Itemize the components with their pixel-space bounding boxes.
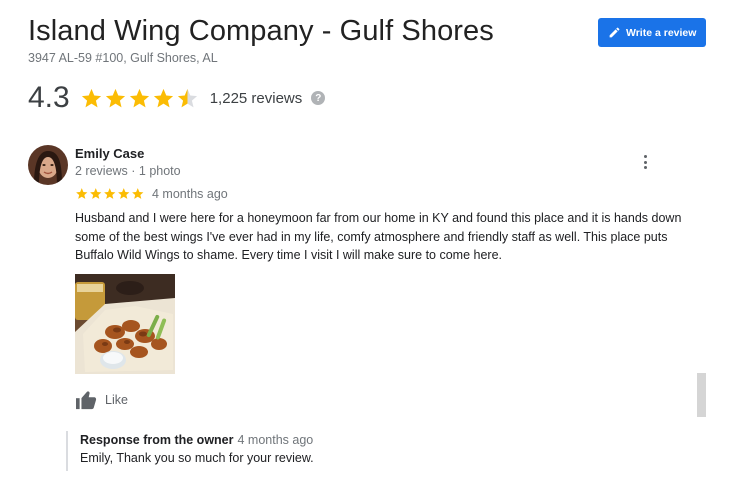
- star-icon: [105, 88, 125, 107]
- star-icon: [104, 188, 116, 200]
- reviewer-meta: 2 reviews · 1 photo: [75, 164, 181, 178]
- owner-response-text: Emily, Thank you so much for your review…: [80, 451, 314, 465]
- like-button[interactable]: Like: [75, 388, 128, 412]
- star-icon: [177, 88, 197, 107]
- rating-stars: [80, 87, 200, 110]
- rating-value: 4.3: [28, 81, 70, 114]
- business-title: Island Wing Company - Gulf Shores: [28, 15, 494, 47]
- review-stars: [75, 187, 145, 201]
- review-text: Husband and I were here for a honeymoon …: [75, 211, 682, 262]
- like-label: Like: [105, 393, 128, 407]
- scrollbar-thumb[interactable]: [697, 373, 706, 417]
- star-icon: [76, 188, 88, 200]
- thumbs-up-icon: [76, 391, 97, 410]
- star-icon: [132, 188, 144, 200]
- star-icon: [129, 88, 149, 107]
- review-rating: 4 months ago: [75, 186, 228, 202]
- rating-summary: 4.3 1,225 reviews ?: [28, 80, 326, 116]
- star-icon: [118, 188, 130, 200]
- owner-response: Response from the owner 4 months ago Emil…: [66, 431, 466, 471]
- business-address: 3947 AL-59 #100, Gulf Shores, AL: [28, 51, 218, 65]
- reviewer-avatar[interactable]: [28, 145, 68, 185]
- reviewer-name[interactable]: Emily Case: [75, 146, 144, 161]
- write-review-button[interactable]: Write a review: [598, 18, 706, 47]
- review-count[interactable]: 1,225 reviews: [210, 90, 303, 107]
- write-review-label: Write a review: [626, 26, 697, 39]
- more-vert-icon[interactable]: [636, 152, 654, 172]
- review-photo[interactable]: [75, 274, 175, 374]
- owner-response-date: 4 months ago: [237, 433, 314, 447]
- star-icon: [153, 88, 173, 107]
- pencil-icon: [609, 27, 620, 38]
- review-date: 4 months ago: [152, 187, 228, 201]
- star-icon: [81, 88, 101, 107]
- help-icon[interactable]: ?: [311, 91, 326, 105]
- owner-response-title: Response from the owner: [80, 433, 234, 447]
- star-icon: [90, 188, 102, 200]
